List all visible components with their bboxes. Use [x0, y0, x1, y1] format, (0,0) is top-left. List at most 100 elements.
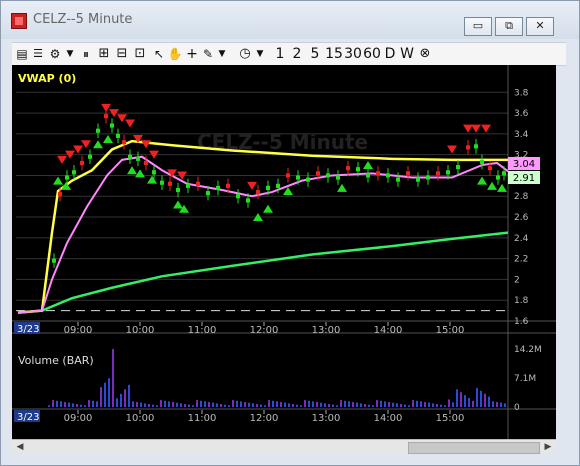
sell-signal-arrow: [101, 103, 111, 112]
clock-icon[interactable]: ◷: [237, 45, 253, 63]
pause-icon[interactable]: ⏸: [80, 45, 92, 63]
volume-bar: [164, 400, 166, 407]
volume-bar: [292, 403, 294, 407]
grid-icon[interactable]: ⊞: [96, 45, 112, 63]
volume-bar: [496, 402, 498, 407]
cursor-icon[interactable]: ↖: [153, 45, 165, 63]
volume-bar: [348, 401, 350, 407]
volume-bar: [48, 405, 50, 407]
volume-bar: [272, 400, 274, 407]
gear-icon[interactable]: ⚙: [47, 45, 63, 63]
timeframe-30[interactable]: 30: [344, 45, 362, 63]
pencil-icon[interactable]: ✎: [201, 45, 215, 63]
scroll-right-icon[interactable]: ▶: [542, 441, 554, 453]
volume-bar: [96, 401, 98, 407]
volume-bar: [216, 403, 218, 407]
restore-button[interactable]: ⧉: [495, 17, 523, 36]
volume-bar: [488, 396, 490, 407]
volume-bar: [372, 405, 374, 407]
volume-bar: [104, 382, 106, 407]
volume-bar: [384, 401, 386, 407]
toolbar-menu-icon[interactable]: ☰: [31, 45, 45, 63]
volume-bar: [72, 403, 74, 407]
timeframe-daily[interactable]: D: [383, 45, 397, 63]
timeframe-60[interactable]: 60: [363, 45, 381, 63]
dropdown-icon[interactable]: ▼: [255, 45, 265, 63]
price-volume-chart[interactable]: CELZ--5 Minute 3.83.63.43.232.82.62.42.2…: [12, 65, 556, 439]
candle-body: [416, 177, 420, 182]
volume-bar: [392, 402, 394, 407]
volume-bar: [368, 404, 370, 407]
volume-bar: [112, 349, 114, 407]
dropdown-icon[interactable]: ▼: [217, 45, 227, 63]
candle-body: [110, 123, 114, 128]
scroll-left-icon[interactable]: ◀: [14, 441, 26, 453]
volume-bar: [212, 402, 214, 407]
chart-window: CELZ--5 Minute ▭ ⧉ ✕ ▤ ☰ ⚙ ▼ ⏸ ⊞ ⊟ ⊡ ↖ ✋…: [0, 0, 580, 466]
title-bar[interactable]: CELZ--5 Minute ▭ ⧉ ✕: [1, 1, 579, 39]
volume-bar: [484, 393, 486, 407]
candle-body: [466, 145, 470, 150]
layout-icon[interactable]: ⊟: [114, 45, 130, 63]
timeframe-15[interactable]: 15: [325, 45, 343, 63]
add-window-icon[interactable]: ⊡: [132, 45, 148, 63]
y-tick-label: 2.6: [514, 213, 529, 223]
volume-bar: [352, 402, 354, 407]
y-tick-label: 3.6: [514, 109, 529, 119]
candle-body: [396, 177, 400, 182]
scrollbar-thumb[interactable]: [408, 442, 540, 454]
candle-body: [152, 170, 156, 175]
candle-body: [52, 258, 56, 263]
volume-bar: [396, 403, 398, 407]
close-icon[interactable]: ⊗: [418, 45, 432, 63]
timeframe-5[interactable]: 5: [308, 45, 322, 63]
volume-bar: [492, 401, 494, 407]
hand-icon[interactable]: ✋: [167, 45, 183, 63]
volume-bar: [260, 404, 262, 407]
volume-bar: [116, 398, 118, 407]
volume-bar: [380, 400, 382, 407]
volume-bar: [416, 400, 418, 407]
volume-bar: [236, 400, 238, 407]
volume-bar: [188, 404, 190, 407]
horizontal-scrollbar[interactable]: ◀ ▶: [12, 439, 556, 454]
candle-body: [58, 192, 62, 197]
candle-body: [456, 165, 460, 170]
timeframe-weekly[interactable]: W: [399, 45, 415, 63]
candle-body: [446, 170, 450, 175]
sell-signal-arrow: [447, 145, 457, 154]
volume-bar: [400, 403, 402, 407]
close-button[interactable]: ✕: [526, 17, 554, 36]
crosshair-icon[interactable]: +: [185, 45, 199, 63]
candle-body: [104, 114, 108, 119]
candle-body: [196, 181, 200, 186]
volume-bar: [232, 400, 234, 407]
sell-signal-arrow: [247, 181, 257, 190]
chart-area[interactable]: CELZ--5 Minute 3.83.63.43.232.82.62.42.2…: [12, 65, 556, 439]
candle-body: [80, 160, 84, 166]
volume-bar: [376, 400, 378, 407]
candle-body: [88, 154, 92, 159]
volume-bar: [92, 400, 94, 407]
timeframe-1[interactable]: 1: [273, 45, 287, 63]
x-tick-label: 14:00: [374, 413, 403, 424]
buy-signal-arrow: [135, 169, 145, 178]
candle-body: [336, 175, 340, 180]
volume-bar: [76, 403, 78, 407]
minimize-button[interactable]: ▭: [464, 17, 492, 36]
timeframe-2[interactable]: 2: [290, 45, 304, 63]
volume-bar: [60, 401, 62, 407]
volume-bar: [320, 402, 322, 407]
candle-body: [502, 171, 506, 176]
volume-bar: [108, 378, 110, 407]
candle-body: [136, 156, 140, 161]
candle-body: [296, 175, 300, 180]
dropdown-icon[interactable]: ▼: [65, 45, 75, 63]
volume-bar: [256, 403, 258, 407]
candle-body: [480, 159, 484, 165]
volume-bar: [440, 404, 442, 407]
volume-tick-label: 0: [514, 403, 520, 413]
volume-bar: [408, 405, 410, 407]
candle-body: [426, 175, 430, 180]
print-icon[interactable]: ▤: [15, 45, 29, 63]
